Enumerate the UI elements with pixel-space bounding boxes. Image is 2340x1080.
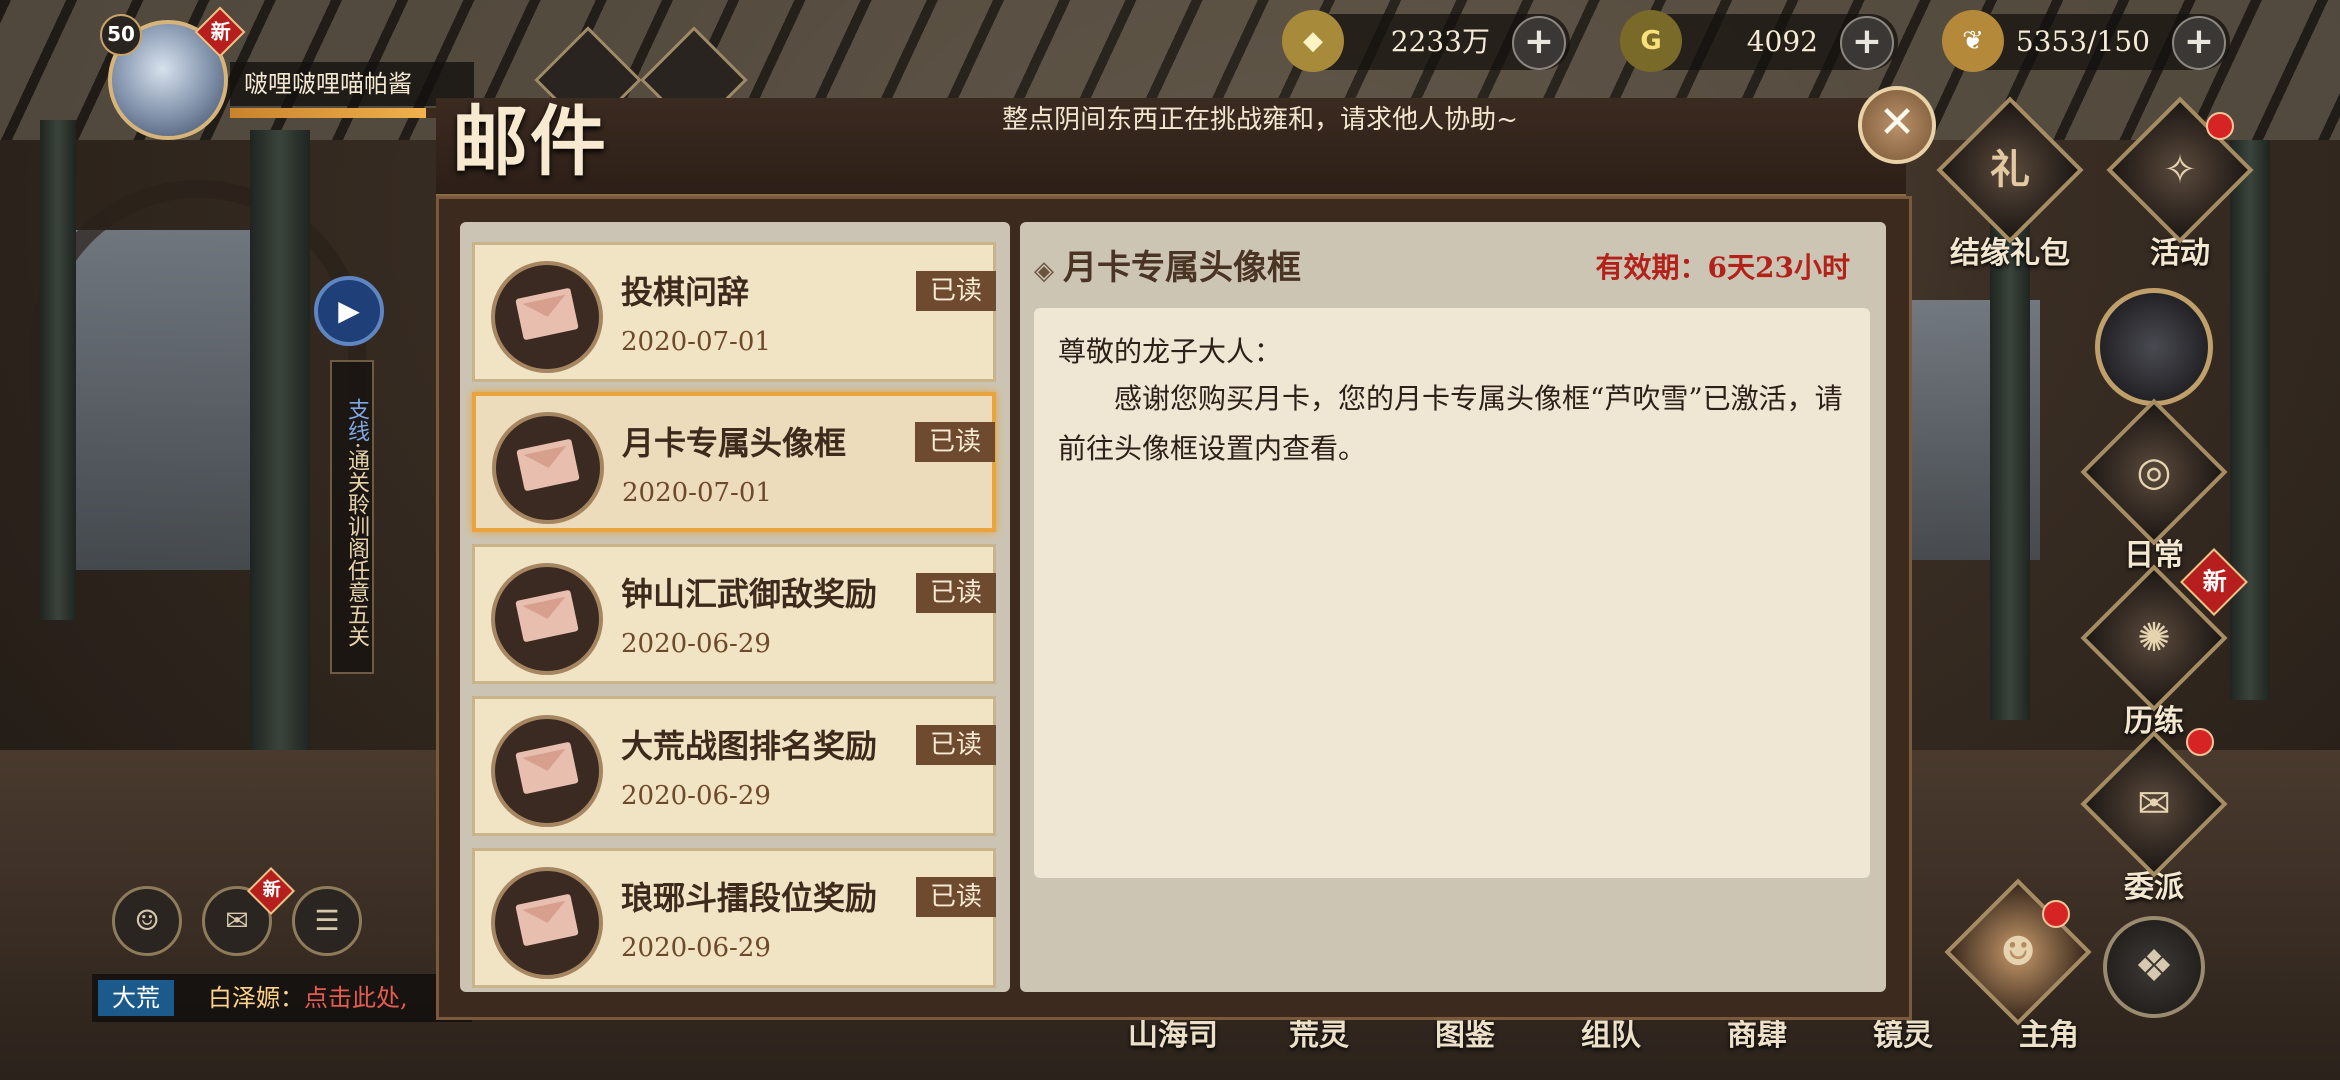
add-jade-button[interactable]: + [1840, 16, 1894, 70]
mail-item[interactable]: 钟山汇武御敌奖励 2020-06-29 已读 [472, 544, 996, 684]
side-quest[interactable]: 支线·通关聆训阁任意五关 [330, 360, 374, 674]
chat-sender: 白泽嫄： [208, 984, 304, 1012]
stamina-icon: ❦ [1942, 10, 2004, 72]
bg-pillar [40, 120, 76, 620]
chat-message: 点击此处, [304, 984, 408, 1012]
chat-bar[interactable]: 大荒 白泽嫄：点击此处, [92, 974, 472, 1022]
read-status-tag: 已读 [916, 877, 996, 917]
dispatch-button[interactable]: ✉ 委派 [2080, 728, 2228, 906]
currency-coin: ◆ 2233万 + [1282, 10, 1570, 72]
mail-item[interactable]: 大荒战图排名奖励 2020-06-29 已读 [472, 696, 996, 836]
training-button[interactable]: ✺ 历练 新 [2080, 548, 2248, 740]
mail-item-date: 2020-06-29 [621, 629, 771, 659]
activity-button[interactable]: ✧ 活动 [2106, 96, 2254, 272]
mail-detail-title: ◈ 月卡专属头像框 [1034, 248, 1302, 288]
add-coin-button[interactable]: + [1512, 16, 1566, 70]
mail-item-selected[interactable]: 月卡专属头像框 2020-07-01 已读 [472, 392, 996, 532]
player-info[interactable]: 50 新 啵哩啵哩喵帕酱 [100, 6, 474, 140]
mail-item-title: 琅琊斗擂段位奖励 [621, 879, 878, 917]
jade-icon: G [1620, 10, 1682, 72]
coin-value: 2233万 [1390, 25, 1490, 58]
mail-item[interactable]: 琅琊斗擂段位奖励 2020-06-29 已读 [472, 848, 996, 988]
mail-item-date: 2020-06-29 [621, 781, 771, 811]
read-status-tag: 已读 [916, 725, 996, 765]
daily-button[interactable]: ◎ 日常 [2080, 398, 2228, 574]
add-stamina-button[interactable]: + [2172, 16, 2226, 70]
quest-tag: 支线 [344, 397, 369, 442]
currency-stamina: ❦ 5353/150 + [1942, 10, 2230, 72]
bg-pillar [1990, 200, 2030, 720]
mail-item[interactable]: 投棋问辞 2020-07-01 已读 [472, 242, 996, 382]
bg-arch-left [30, 180, 366, 618]
bottom-right-menu-button[interactable]: ❖ [2094, 916, 2214, 1018]
exp-bar [230, 108, 460, 118]
mail-greeting: 尊敬的龙子大人： [1058, 335, 1283, 368]
menu-icon: ❖ [2103, 916, 2205, 1018]
stamina-value: 5353/150 [2015, 25, 2150, 58]
chat-channel: 大荒 [98, 980, 174, 1016]
character-portrait-button[interactable] [2094, 288, 2214, 406]
mail-item-date: 2020-06-29 [621, 933, 771, 963]
mail-item-title: 大荒战图排名奖励 [621, 727, 878, 765]
mail-item-date: 2020-07-01 [622, 478, 772, 508]
player-level: 50 [100, 14, 142, 56]
close-button[interactable]: ✕ [1858, 86, 1936, 164]
notification-dot [2186, 728, 2214, 756]
jade-value: 4092 [1746, 25, 1818, 58]
coin-icon: ◆ [1282, 10, 1344, 72]
character-portrait-icon [2095, 288, 2213, 406]
protagonist-portrait-button[interactable]: ☻ [1944, 878, 2092, 1026]
mail-expiry: 有效期：6天23小时 [1595, 251, 1850, 284]
page-title: 邮件 [452, 97, 608, 186]
envelope-icon [491, 563, 603, 675]
mail-content: 感谢您购买月卡，您的月卡专属头像框“芦吹雪”已激活，请前往头像框设置内查看。 [1058, 382, 1843, 465]
mail-item-date: 2020-07-01 [621, 327, 771, 357]
bg-pillar [250, 130, 310, 750]
quest-text: ·通关聆训阁任意五关 [344, 441, 369, 647]
scrolling-notice: 整点阴间东西正在挑战雍和，请求他人协助~ [1002, 105, 1518, 135]
play-icon[interactable]: ▶ [314, 276, 384, 346]
gift-pack-button[interactable]: 礼 结缘礼包 [1936, 96, 2084, 272]
envelope-icon [491, 867, 603, 979]
read-status-tag: 已读 [915, 422, 995, 462]
diamond-bullet-icon: ◈ [1034, 256, 1064, 286]
close-icon: ✕ [1878, 97, 1916, 148]
envelope-icon [491, 261, 603, 373]
mail-list[interactable]: 投棋问辞 2020-07-01 已读 月卡专属头像框 2020-07-01 已读… [460, 222, 1010, 992]
notification-dot [2206, 112, 2234, 140]
list-icon[interactable]: ☰ [292, 886, 362, 956]
read-status-tag: 已读 [916, 271, 996, 311]
mail-item-title: 投棋问辞 [621, 273, 750, 311]
gift-icon: 礼 [1936, 96, 2084, 244]
read-status-tag: 已读 [916, 573, 996, 613]
envelope-icon [492, 412, 604, 524]
mail-item-title: 钟山汇武御敌奖励 [621, 575, 878, 613]
friends-icon[interactable]: ☺ [112, 886, 182, 956]
mail-item-title: 月卡专属头像框 [622, 424, 847, 462]
nav-zhujiao[interactable]: 主角 [1976, 1010, 2122, 1054]
chat-line: 白泽嫄：点击此处, [208, 974, 408, 1022]
protagonist-icon: ☻ [1944, 878, 2092, 1026]
currency-jade: G 4092 + [1620, 10, 1898, 72]
notification-dot [2042, 900, 2070, 928]
daily-icon: ◎ [2080, 398, 2228, 546]
envelope-icon [491, 715, 603, 827]
